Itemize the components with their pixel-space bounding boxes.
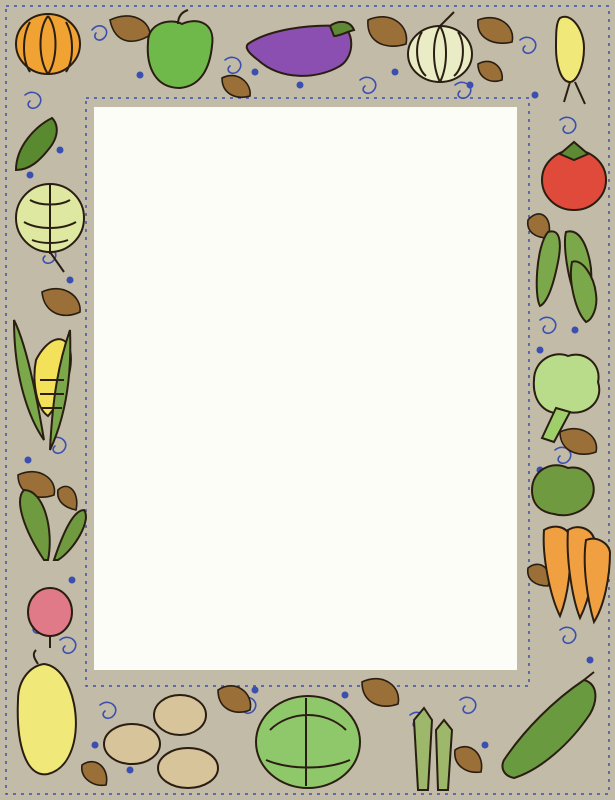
dot-icon (66, 276, 74, 284)
vegetable-border-frame (0, 0, 615, 800)
dot-icon (251, 68, 259, 76)
dot-icon (586, 656, 594, 664)
blank-center-panel (94, 107, 517, 670)
dot-icon (536, 346, 544, 354)
dot-icon (466, 81, 474, 89)
dot-icon (136, 71, 144, 79)
dot-icon (341, 691, 349, 699)
dot-icon (296, 81, 304, 89)
dot-icon (126, 766, 134, 774)
dot-icon (531, 91, 539, 99)
dot-icon (68, 576, 76, 584)
dot-icon (24, 456, 32, 464)
cabbage-icon (255, 695, 361, 789)
dot-icon (91, 741, 99, 749)
dot-icon (571, 326, 579, 334)
dot-icon (251, 686, 259, 694)
frame-artwork (0, 0, 615, 800)
dot-icon (26, 171, 34, 179)
dot-icon (481, 741, 489, 749)
dot-icon (391, 68, 399, 76)
dot-icon (56, 146, 64, 154)
pumpkin-icon (15, 13, 81, 75)
